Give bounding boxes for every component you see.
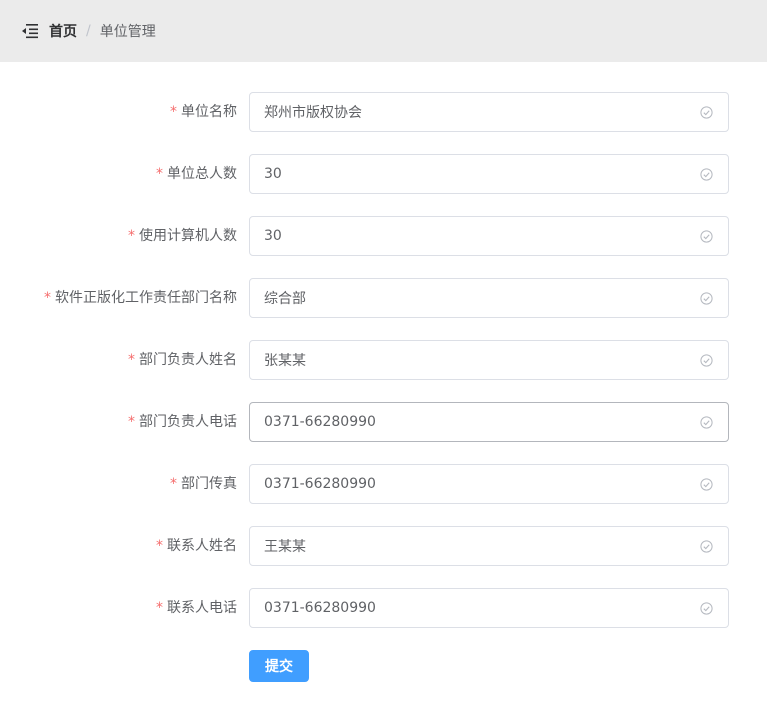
circle-check-icon xyxy=(699,229,713,243)
responsible-department-input[interactable] xyxy=(250,279,699,317)
required-mark: * xyxy=(128,228,135,244)
department-fax-input[interactable] xyxy=(250,465,699,503)
required-mark: * xyxy=(156,538,163,554)
form-item-computer-users: * 使用计算机人数 xyxy=(0,216,767,256)
circle-check-icon xyxy=(699,167,713,181)
form-item-department-head-name: * 部门负责人姓名 xyxy=(0,340,767,380)
form-label: * 单位总人数 xyxy=(156,154,237,194)
input-wrapper xyxy=(249,278,729,318)
form-label: * 部门负责人电话 xyxy=(128,402,237,442)
input-wrapper xyxy=(249,526,729,566)
department-head-phone-input[interactable] xyxy=(250,403,699,441)
breadcrumb-home-link[interactable]: 首页 xyxy=(49,21,77,41)
form-label-text: 部门负责人姓名 xyxy=(139,352,237,368)
circle-check-icon xyxy=(699,415,713,429)
required-mark: * xyxy=(44,290,51,306)
form-item-contact-name: * 联系人姓名 xyxy=(0,526,767,566)
form-label: * 软件正版化工作责任部门名称 xyxy=(44,278,237,318)
input-wrapper xyxy=(249,464,729,504)
breadcrumb: 首页 / 单位管理 xyxy=(49,21,156,41)
breadcrumb-separator: / xyxy=(86,23,91,39)
input-wrapper xyxy=(249,216,729,256)
input-wrapper xyxy=(249,154,729,194)
form-item-department-fax: * 部门传真 xyxy=(0,464,767,504)
required-mark: * xyxy=(170,104,177,120)
form-label-text: 联系人电话 xyxy=(167,600,237,616)
contact-phone-input[interactable] xyxy=(250,589,699,627)
submit-button[interactable]: 提交 xyxy=(249,650,309,682)
circle-check-icon xyxy=(699,539,713,553)
form-item-total-staff: * 单位总人数 xyxy=(0,154,767,194)
form-label: * 部门传真 xyxy=(170,464,237,504)
form-item-unit-name: * 单位名称 xyxy=(0,92,767,132)
top-bar: 首页 / 单位管理 xyxy=(0,0,767,62)
required-mark: * xyxy=(128,414,135,430)
required-mark: * xyxy=(156,166,163,182)
circle-check-icon xyxy=(699,105,713,119)
circle-check-icon xyxy=(699,353,713,367)
form-label: * 使用计算机人数 xyxy=(128,216,237,256)
required-mark: * xyxy=(156,600,163,616)
form-label: * 联系人姓名 xyxy=(156,526,237,566)
form-label-text: 单位名称 xyxy=(181,104,237,120)
unit-name-input[interactable] xyxy=(250,93,699,131)
department-head-name-input[interactable] xyxy=(250,341,699,379)
circle-check-icon xyxy=(699,477,713,491)
input-wrapper xyxy=(249,402,729,442)
total-staff-input[interactable] xyxy=(250,155,699,193)
computer-users-input[interactable] xyxy=(250,217,699,255)
menu-fold-icon[interactable] xyxy=(20,21,40,41)
form-label: * 联系人电话 xyxy=(156,588,237,628)
form-label-text: 软件正版化工作责任部门名称 xyxy=(55,290,237,306)
required-mark: * xyxy=(128,352,135,368)
form-label-text: 使用计算机人数 xyxy=(139,228,237,244)
form-label-text: 部门负责人电话 xyxy=(139,414,237,430)
input-wrapper xyxy=(249,340,729,380)
breadcrumb-current: 单位管理 xyxy=(99,24,156,40)
contact-name-input[interactable] xyxy=(250,527,699,565)
circle-check-icon xyxy=(699,601,713,615)
form-label: * 单位名称 xyxy=(170,92,237,132)
form-label: * 部门负责人姓名 xyxy=(128,340,237,380)
required-mark: * xyxy=(170,476,177,492)
circle-check-icon xyxy=(699,291,713,305)
input-wrapper xyxy=(249,588,729,628)
form-label-text: 部门传真 xyxy=(181,476,237,492)
form-item-contact-phone: * 联系人电话 xyxy=(0,588,767,628)
form-label-text: 联系人姓名 xyxy=(167,538,237,554)
form-label-text: 单位总人数 xyxy=(167,166,237,182)
form-item-responsible-department: * 软件正版化工作责任部门名称 xyxy=(0,278,767,318)
form-item-department-head-phone: * 部门负责人电话 xyxy=(0,402,767,442)
input-wrapper xyxy=(249,92,729,132)
